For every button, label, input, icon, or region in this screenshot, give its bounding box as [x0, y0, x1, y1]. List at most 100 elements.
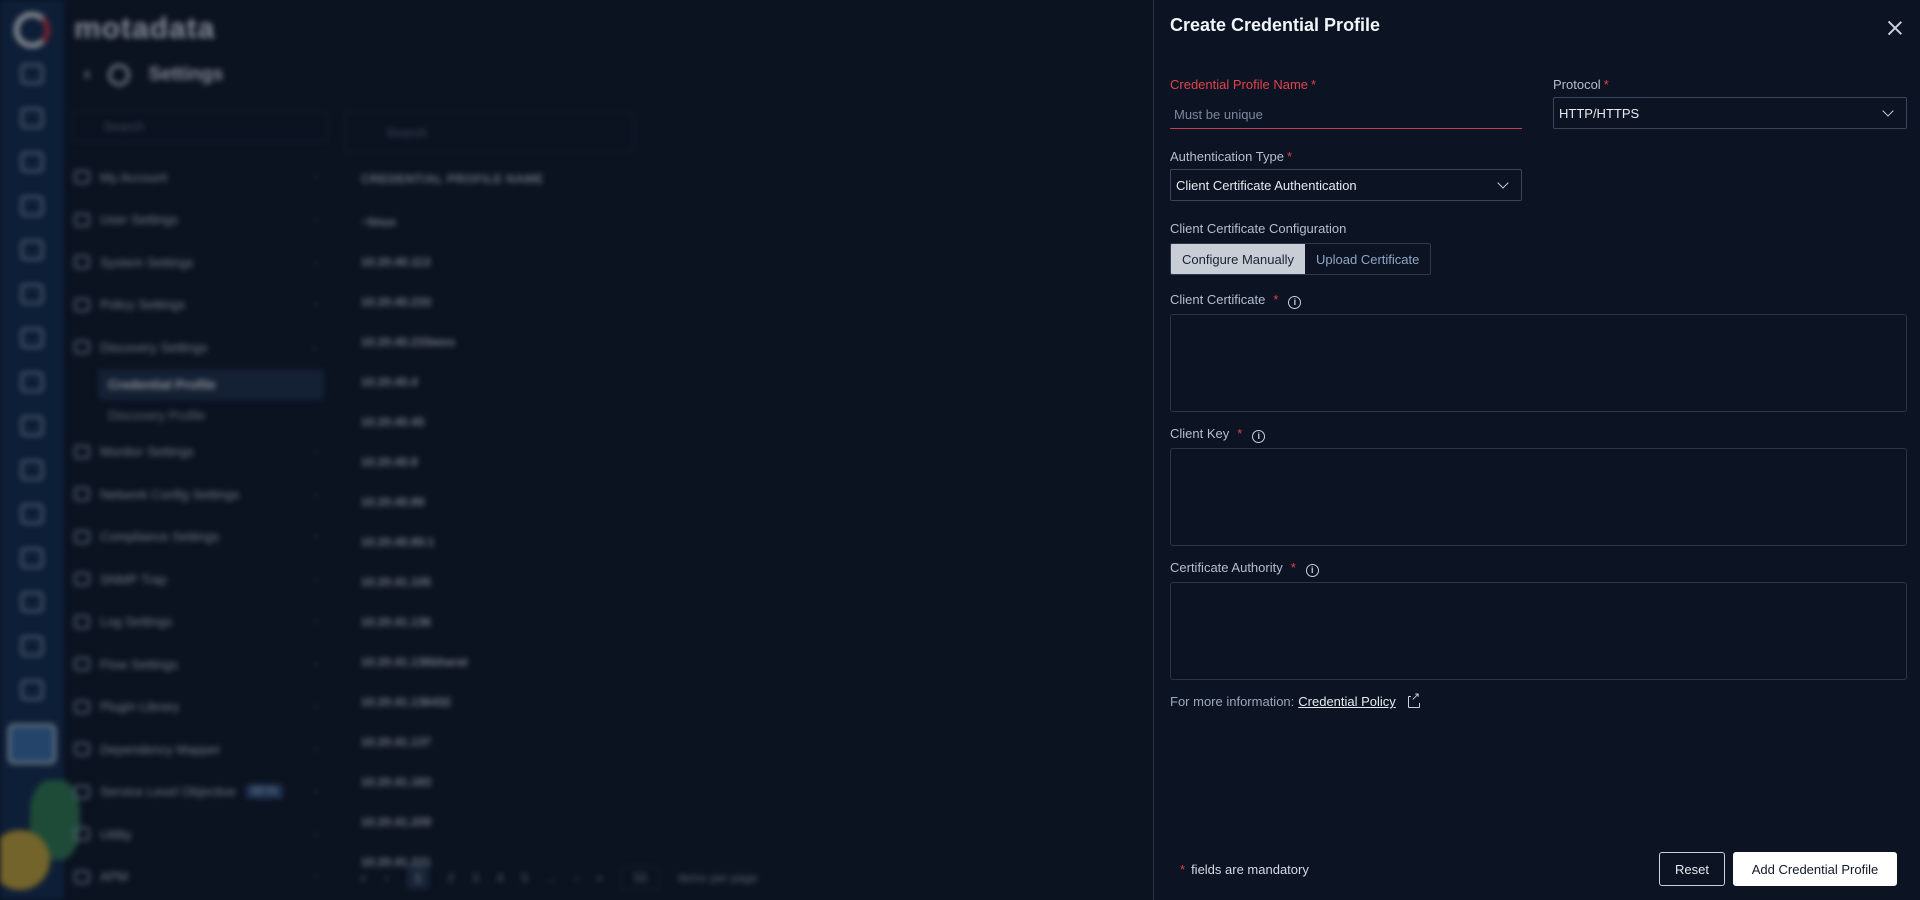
discovery-icon — [74, 340, 90, 355]
database-icon[interactable] — [21, 240, 43, 260]
info-icon[interactable]: i — [1288, 296, 1302, 309]
close-icon[interactable] — [1885, 18, 1905, 38]
logs-icon[interactable] — [21, 372, 43, 392]
dashboard-icon[interactable] — [21, 64, 43, 84]
table-row[interactable]: 10.20.41.105 — [345, 562, 1145, 602]
more-information: For more information: Credential Policy — [1170, 690, 1421, 709]
protocol-value: HTTP/HTTPS — [1559, 105, 1640, 121]
list-search-input[interactable]: Search — [345, 112, 635, 152]
bot-icon[interactable] — [21, 636, 43, 656]
upload-certificate-option[interactable]: Upload Certificate — [1305, 244, 1430, 274]
info-icon[interactable]: i — [1252, 430, 1266, 443]
menu-subitem-credential-profile[interactable]: Credential Profile — [98, 368, 324, 400]
external-link-icon[interactable] — [1407, 690, 1421, 708]
menu-item-service-level-objective[interactable]: Service Level Objective BETA › — [64, 771, 336, 814]
alerts-icon[interactable] — [21, 152, 43, 172]
per-page-select[interactable]: 50 — [620, 866, 661, 890]
inventory-icon[interactable] — [21, 108, 43, 128]
page-header: ‹ Settings — [84, 64, 223, 86]
chevron-right-icon: › — [314, 214, 318, 226]
client-key-textarea[interactable] — [1170, 448, 1907, 546]
chevron-right-icon: › — [314, 256, 318, 268]
settings-menu: Search My Account › User Settings › System… — [64, 108, 336, 900]
page-button[interactable]: 5 — [521, 871, 528, 885]
settings-icon[interactable] — [8, 724, 56, 764]
page-button[interactable]: 3 — [472, 871, 479, 885]
credential-policy-link[interactable]: Credential Policy — [1298, 694, 1396, 709]
menu-item-snmp-trap[interactable]: SNMP Trap › — [64, 558, 336, 601]
table-row[interactable]: 10.20.40.4 — [345, 362, 1145, 402]
table-row[interactable]: 10.20.41.136 — [345, 602, 1145, 642]
menu-item-policy-settings[interactable]: Policy Settings › — [64, 284, 336, 327]
reset-button[interactable]: Reset — [1659, 852, 1725, 886]
column-header[interactable]: CREDENTIAL PROFILE NAME — [361, 172, 1145, 186]
flow-icon[interactable] — [21, 328, 43, 348]
table-row[interactable]: 10.20.40.233 — [345, 282, 1145, 322]
table-row[interactable]: 10.20.40.233woo — [345, 322, 1145, 362]
authentication-type-select[interactable]: Client Certificate Authentication — [1170, 169, 1522, 201]
first-page-icon[interactable]: « — [360, 871, 367, 885]
menu-item-compliance-settings[interactable]: Compliance Settings › — [64, 516, 336, 559]
table-row[interactable]: ~linux — [345, 202, 1145, 242]
table-row[interactable]: 10.20.40.45 — [345, 402, 1145, 442]
credential-profile-name-label: Credential Profile Name * — [1170, 77, 1317, 92]
credential-profile-name-input[interactable] — [1170, 101, 1522, 129]
menu-item-my-account[interactable]: My Account › — [64, 156, 336, 199]
menu-item-monitor-settings[interactable]: Monitor Settings › — [64, 431, 336, 474]
next-page-icon[interactable]: › — [574, 871, 578, 885]
explorer-icon[interactable] — [21, 196, 43, 216]
table-row[interactable]: 10.20.40.8 — [345, 442, 1145, 482]
apm-icon[interactable] — [21, 592, 43, 612]
protocol-select[interactable]: HTTP/HTTPS — [1553, 97, 1907, 129]
table-row[interactable]: 10.20.40.89.1 — [345, 522, 1145, 562]
menu-item-plugin-library[interactable]: Plugin Library › — [64, 686, 336, 729]
menu-item-network-config-settings[interactable]: Network Config Settings › — [64, 473, 336, 516]
info-icon[interactable]: i — [1305, 564, 1319, 577]
back-icon[interactable]: ‹ — [84, 64, 90, 86]
drawer-title: Create Credential Profile — [1170, 15, 1381, 35]
menu-item-system-settings[interactable]: System Settings › — [64, 241, 336, 284]
page-button[interactable]: 1 — [406, 867, 430, 889]
menu-item-utility[interactable]: Utility › — [64, 813, 336, 856]
reports-icon[interactable] — [21, 460, 43, 480]
table-row[interactable]: 10.20.41.136432 — [345, 682, 1145, 722]
prev-page-icon[interactable]: ‹ — [385, 871, 389, 885]
menu-item-dependency-mapper[interactable]: Dependency Mapper › — [64, 728, 336, 771]
certificate-authority-textarea[interactable] — [1170, 582, 1907, 680]
chevron-right-icon: › — [314, 446, 318, 458]
table-row[interactable]: 10.20.41.137 — [345, 722, 1145, 762]
table-row[interactable]: 10.20.41.136bharat — [345, 642, 1145, 682]
monitor-icon — [74, 444, 90, 459]
chevron-right-icon: › — [314, 658, 318, 670]
chat-icon[interactable] — [21, 548, 43, 568]
audit-icon[interactable] — [21, 680, 43, 700]
network-icon — [74, 487, 90, 502]
table-row[interactable]: 10.20.41.209 — [345, 802, 1145, 842]
menu-item-discovery-settings[interactable]: Discovery Settings ⌄ — [64, 326, 336, 369]
menu-item-flow-settings[interactable]: Flow Settings › — [64, 643, 336, 686]
client-certificate-label: Client Certificate * i — [1170, 292, 1302, 309]
chevron-right-icon: › — [314, 488, 318, 500]
page-button[interactable]: 2 — [447, 871, 454, 885]
menu-search-input[interactable]: Search — [72, 110, 328, 142]
last-page-icon[interactable]: » — [596, 871, 603, 885]
table-row[interactable]: 10.20.40.89 — [345, 482, 1145, 522]
plugin-icon — [74, 699, 90, 714]
add-credential-profile-button[interactable]: Add Credential Profile — [1733, 852, 1897, 886]
client-certificate-textarea[interactable] — [1170, 314, 1907, 412]
certificate-authority-label: Certificate Authority * i — [1170, 560, 1319, 577]
menu-subitem-discovery-profile[interactable]: Discovery Profile — [64, 400, 336, 431]
table-row[interactable]: 10.20.40.113 — [345, 242, 1145, 282]
table-row[interactable]: 10.20.41.183 — [345, 762, 1145, 802]
topology-icon[interactable] — [21, 284, 43, 304]
metrics-icon[interactable] — [21, 416, 43, 436]
menu-item-user-settings[interactable]: User Settings › — [64, 199, 336, 242]
menu-item-apm[interactable]: APM › — [64, 856, 336, 899]
menu-item-log-settings[interactable]: Log Settings › — [64, 601, 336, 644]
more-info-text: For more information: — [1170, 694, 1295, 709]
chevron-right-icon: › — [314, 531, 318, 543]
monitor-icon[interactable] — [21, 504, 43, 524]
trap-icon — [74, 572, 90, 587]
page-button[interactable]: 4 — [497, 871, 504, 885]
configure-manually-option[interactable]: Configure Manually — [1171, 244, 1306, 274]
